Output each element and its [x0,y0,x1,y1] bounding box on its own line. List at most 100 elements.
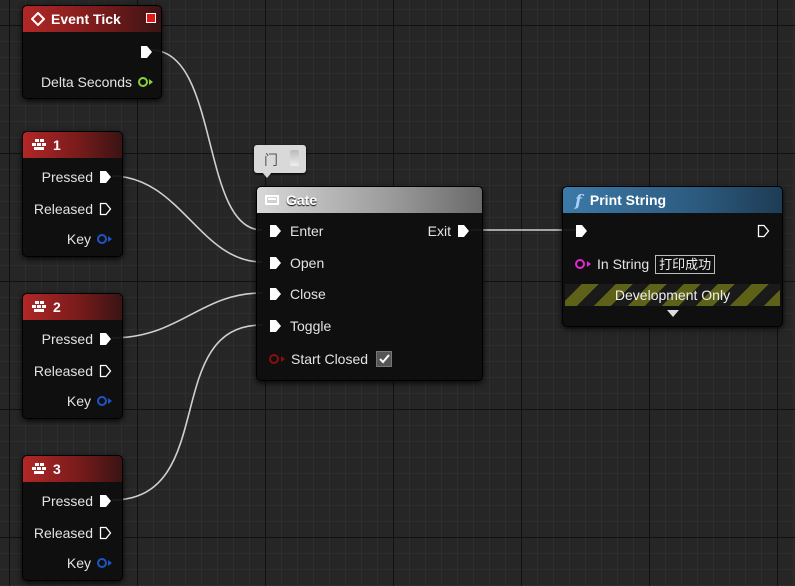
event-tick-title: Event Tick [51,11,121,27]
key-3-node[interactable]: 3 Pressed Released Key [22,455,123,581]
gate-open-pin[interactable]: Open [269,253,324,273]
keyboard-icon [31,300,47,314]
replication-icon [146,13,156,23]
development-only-bar: Development Only [565,284,780,306]
exit-label: Exit [427,223,451,239]
print-string-title: Print String [589,192,667,208]
comment-bubble-tail-icon [262,172,272,178]
exec-out-pin-icon[interactable] [99,494,112,508]
in-string-pin[interactable]: In String 打印成功 [575,254,716,274]
struct-pin-icon[interactable] [97,396,107,406]
exec-out-pin-icon[interactable] [457,224,470,238]
exec-out-pin-empty-icon[interactable] [99,526,112,540]
exec-in-pin-icon[interactable] [269,256,282,270]
gate-exit-pin[interactable]: Exit [428,221,470,241]
float-pin-icon[interactable] [138,77,148,87]
exec-in-pin-icon[interactable] [269,224,282,238]
gate-comment-bubble[interactable]: 门 [254,145,306,178]
key-1-header[interactable]: 1 [23,132,122,158]
keyboard-icon [31,462,47,476]
struct-pin-icon[interactable] [97,234,107,244]
key-1-key-pin[interactable]: Key [67,229,112,249]
comment-pin-icon[interactable] [290,150,299,166]
key-label: Key [66,231,91,247]
keyboard-icon [31,138,47,152]
start-closed-label: Start Closed [291,351,369,367]
key-1-released-pin[interactable]: Released [34,199,112,219]
pin-arrow-icon [281,356,285,362]
pressed-label: Pressed [41,169,93,185]
key-3-released-pin[interactable]: Released [34,523,112,543]
gate-start-closed-pin[interactable]: Start Closed [269,349,393,369]
exec-out-pin-empty-icon[interactable] [99,202,112,216]
key-1-title: 1 [53,137,61,153]
wire-key2-pressed-to-close [111,292,263,339]
pin-arrow-icon [108,398,112,404]
exec-in-pin-icon[interactable] [269,287,282,301]
bool-pin-icon[interactable] [269,354,279,364]
start-closed-checkbox[interactable] [376,351,393,367]
event-tick-header[interactable]: Event Tick [23,6,161,32]
gate-header[interactable]: Gate [257,187,482,213]
pressed-label: Pressed [41,331,93,347]
event-diamond-icon [30,11,46,27]
exec-in-pin-icon[interactable] [575,224,588,238]
key-1-node[interactable]: 1 Pressed Released Key [22,131,123,257]
close-label: Close [290,286,326,302]
function-f-icon: f [575,190,582,210]
exec-out-pin-empty-icon[interactable] [757,224,770,238]
string-pin-icon[interactable] [575,259,585,269]
key-3-key-pin[interactable]: Key [67,553,112,573]
key-3-title: 3 [53,461,61,477]
key-2-released-pin[interactable]: Released [34,361,112,381]
key-label: Key [66,555,91,571]
exec-out-pin-empty-icon[interactable] [99,364,112,378]
pin-arrow-icon [108,236,112,242]
pin-arrow-icon [587,261,591,267]
pin-arrow-icon [149,79,153,85]
key-2-node[interactable]: 2 Pressed Released Key [22,293,123,419]
exec-out-pin-icon[interactable] [99,170,112,184]
toggle-label: Toggle [290,318,332,334]
key-2-key-pin[interactable]: Key [67,391,112,411]
enter-label: Enter [290,223,324,239]
in-string-value-field[interactable]: 打印成功 [655,254,716,274]
released-label: Released [33,201,93,217]
gate-node[interactable]: Gate Enter Open Close Toggle Start Close… [256,186,483,381]
released-label: Released [33,525,93,541]
exec-out-pin-icon[interactable] [140,45,153,59]
key-3-pressed-pin[interactable]: Pressed [42,491,112,511]
wire-key1-pressed-to-open [111,175,263,263]
event-tick-node[interactable]: Event Tick Delta Seconds [22,5,162,99]
key-2-title: 2 [53,299,61,315]
open-label: Open [290,255,325,271]
delta-seconds-pin[interactable]: Delta Seconds [41,72,153,92]
gate-icon [265,195,279,205]
key-3-header[interactable]: 3 [23,456,122,482]
print-string-exec-out[interactable] [757,221,770,241]
struct-pin-icon[interactable] [97,558,107,568]
key-1-pressed-pin[interactable]: Pressed [42,167,112,187]
key-2-header[interactable]: 2 [23,294,122,320]
pin-arrow-icon [108,560,112,566]
wire-tick-to-enter [150,49,263,231]
print-string-node[interactable]: f Print String In String 打印成功 Developmen… [562,186,783,327]
gate-title: Gate [286,192,318,208]
key-label: Key [66,393,91,409]
gate-comment-text: 门 [264,152,278,168]
expand-arrow-icon[interactable] [667,310,679,317]
exec-out-pin-icon[interactable] [99,332,112,346]
exec-in-pin-icon[interactable] [269,319,282,333]
print-string-exec-in[interactable] [575,221,588,241]
gate-close-pin[interactable]: Close [269,284,326,304]
released-label: Released [33,363,93,379]
gate-enter-pin[interactable]: Enter [269,221,323,241]
delta-seconds-label: Delta Seconds [40,74,132,90]
print-string-header[interactable]: f Print String [563,187,782,213]
in-string-label: In String [597,256,650,272]
event-tick-exec-out[interactable] [140,42,153,62]
key-2-pressed-pin[interactable]: Pressed [42,329,112,349]
gate-toggle-pin[interactable]: Toggle [269,316,331,336]
pressed-label: Pressed [41,493,93,509]
wire-key3-pressed-to-toggle [111,324,263,501]
